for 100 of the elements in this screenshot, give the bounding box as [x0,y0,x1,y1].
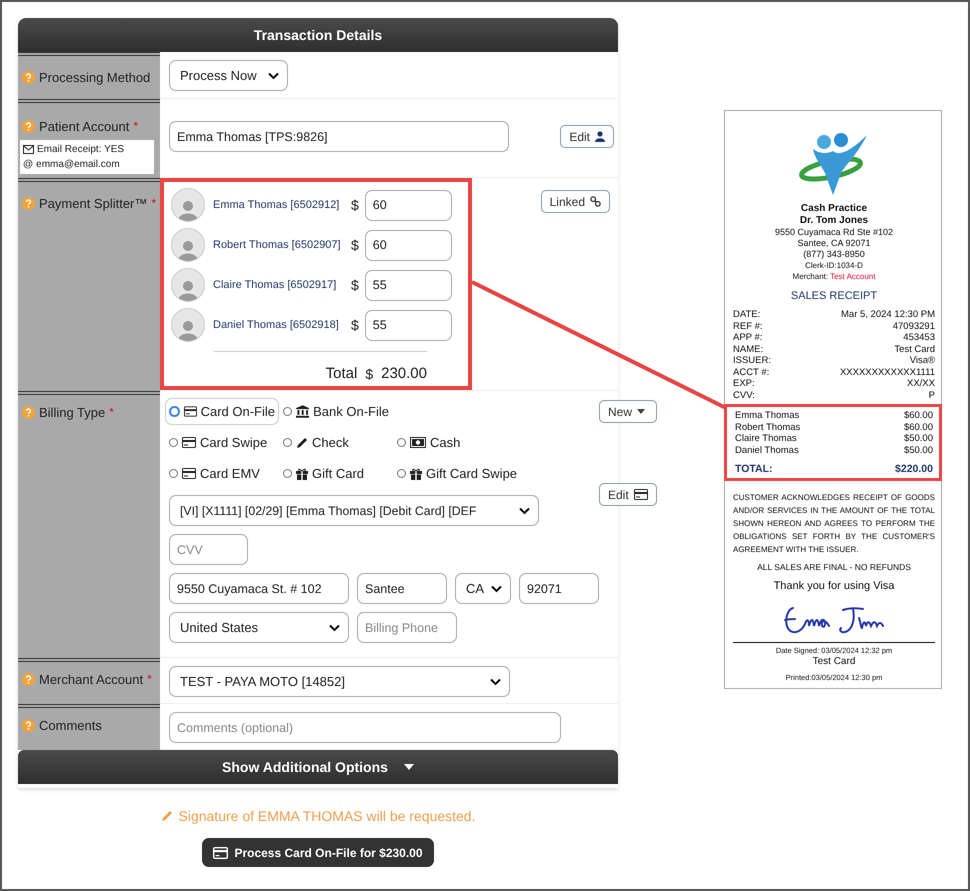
button[interactable]: Edit [599,483,657,506]
help-icon [22,673,35,686]
avatar [171,268,205,302]
currency-sign: $ [351,317,359,333]
radio-button[interactable] [169,469,178,478]
radio-button[interactable] [397,438,406,447]
field-label: Merchant Account [39,672,144,687]
member-name[interactable]: Daniel Thomas [6502918] [213,318,343,332]
payment-type-option[interactable]: Cash [393,429,523,456]
payment-type-option[interactable]: Card Swipe [165,429,279,456]
button[interactable]: New [599,400,657,423]
dropdown[interactable]: CA [455,573,511,604]
radio-button[interactable] [283,469,292,478]
avatar [171,228,205,262]
payment-type-option[interactable]: Card EMV [165,460,279,487]
help-icon [22,71,35,84]
input-field[interactable]: 9550 Cuyamaca St. # 102 [169,573,349,604]
input-field[interactable]: CVV [169,534,248,565]
merchant-label: Merchant: [792,272,828,281]
input-field[interactable]: 60 [364,230,452,260]
input-field[interactable]: 92071 [519,573,599,604]
card-icon [184,406,197,417]
dropdown[interactable]: [VI] [X1111] [02/29] [Emma Thomas] [Debit Card] [DEF [169,495,539,526]
radio-button[interactable] [169,438,178,447]
cash-icon [410,437,426,448]
bank-icon [296,405,310,418]
address-line: (877) 343-8950 [803,249,865,260]
total-amount: $220.00 [895,462,933,476]
detail-value: XXXXXXXXXXXX1111 [840,366,935,378]
email-receipt-text: Email Receipt: YES [37,144,124,155]
required-mark: * [147,672,152,686]
member-name[interactable]: Robert Thomas [6502907] [213,238,343,252]
detail-value: 47093291 [892,320,935,332]
refund-notice: ALL SALES ARE FINAL - NO REFUNDS [757,562,911,572]
gift-icon [296,468,308,480]
detail-label: ISSUER: [733,355,772,366]
member-name[interactable]: Claire Thomas [6502917] [213,278,343,292]
help-icon [22,719,35,732]
pencil-icon [160,810,172,822]
card-icon [182,468,196,479]
currency-sign: $ [365,366,374,382]
help-icon [22,406,35,419]
radio-button[interactable] [283,407,292,416]
signature-notice: Signature of EMMA THOMAS will be requested. [178,808,476,824]
link-icon [590,196,601,207]
business-name: Dr. Tom Jones [800,215,868,227]
detail-label: DATE: [733,309,760,320]
process-button[interactable]: Process Card On-File for $230.00 [202,838,434,867]
button[interactable]: Linked [540,190,610,213]
button[interactable]: Edit [560,125,614,148]
payment-type-option[interactable]: Card On-File [165,398,279,425]
split-amount: $60.00 [904,410,933,422]
input-field[interactable]: Emma Thomas [TPS:9826] [169,121,509,152]
business-name: Cash Practice [800,203,868,215]
person-icon [595,131,605,142]
detail-value: P [928,390,935,401]
currency-sign: $ [351,237,359,253]
input-field[interactable]: 60 [364,190,452,220]
help-icon [22,197,35,210]
payment-type-option[interactable]: Check [279,429,393,456]
detail-label: APP #: [733,332,762,344]
total-label: TOTAL: [735,462,773,476]
input-field[interactable]: Santee [357,573,447,604]
radio-button[interactable] [169,406,180,417]
input-field[interactable]: 55 [364,270,452,300]
split-amount: $50.00 [904,433,933,444]
dropdown[interactable]: United States [169,612,349,643]
radio-button[interactable] [397,469,406,478]
input-field[interactable]: 55 [364,310,452,340]
address-line: Santee, CA 92071 [797,238,871,249]
detail-value: XX/XX [907,378,935,390]
input-field[interactable]: Comments (optional) [169,712,561,743]
at-symbol: @ [23,159,34,170]
field-label: Payment Splitter™ [39,196,148,211]
payment-type-option[interactable]: Gift Card Swipe [393,460,523,487]
email-text: emma@email.com [36,159,120,170]
receipt-title: SALES RECEIPT [790,290,878,302]
chevron-icon [268,72,279,80]
address-line: Clerk-ID:1034-D [805,260,863,271]
detail-value: Mar 5, 2024 12:30 PM [841,309,935,320]
dropdown[interactable]: Process Now [169,60,288,91]
split-amount: $60.00 [904,422,933,433]
dropdown[interactable]: TEST - PAYA MOTO [14852] [169,666,510,697]
total-amount: 230.00 [381,365,427,382]
panel-header: Transaction Details [18,18,618,52]
field-label: Comments [39,718,102,733]
field-label: Billing Type [39,405,106,420]
payment-type-option[interactable]: Bank On-File [279,398,393,425]
input-field[interactable]: Billing Phone [357,612,457,643]
caret-icon [404,764,414,770]
merchant-value: Test Account [830,272,876,281]
chevron-icon [491,584,502,592]
radio-button[interactable] [283,438,292,447]
member-name[interactable]: Emma Thomas [6502912] [213,198,343,212]
payment-type-option[interactable]: Gift Card [279,460,393,487]
pencil-icon [296,436,308,448]
card-icon [213,846,228,858]
show-options-button[interactable]: Show Additional Options [18,750,618,784]
split-name: Daniel Thomas [735,444,799,456]
detail-label: ACCT #: [733,366,770,378]
